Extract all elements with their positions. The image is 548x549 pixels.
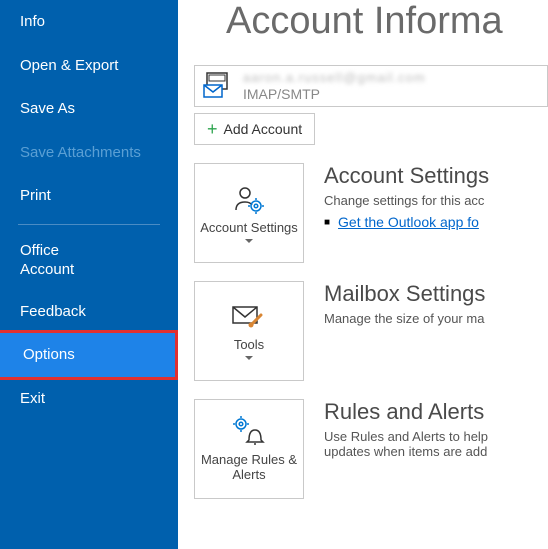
app-root: Info Open & Export Save As Save Attachme… — [0, 0, 548, 549]
section-account-settings: Account Settings Account Settings Change… — [194, 163, 548, 263]
sidebar-item-exit[interactable]: Exit — [0, 377, 178, 421]
person-gear-icon — [232, 184, 266, 214]
section-desc2: updates when items are add — [324, 444, 548, 459]
page-title: Account Informa — [226, 0, 548, 43]
account-email: aaron.a.russell@gmail.com — [243, 70, 426, 86]
sidebar-item-save-attachments: Save Attachments — [0, 131, 178, 175]
tile-label: Account Settings — [200, 220, 298, 236]
sidebar-divider — [18, 224, 160, 225]
tile-label: Manage Rules & Alerts — [199, 452, 299, 483]
account-text: aaron.a.russell@gmail.com IMAP/SMTP — [243, 70, 426, 102]
tile-tools[interactable]: Tools — [194, 281, 304, 381]
sidebar-item-save-as[interactable]: Save As — [0, 87, 178, 131]
sidebar-item-info[interactable]: Info — [0, 0, 178, 44]
bullet-icon: ■ — [324, 217, 330, 228]
tile-label: Tools — [234, 337, 264, 353]
add-account-button[interactable]: + Add Account — [194, 113, 315, 145]
section-title: Rules and Alerts — [324, 399, 548, 425]
section-title: Account Settings — [324, 163, 548, 189]
sidebar-item-print[interactable]: Print — [0, 174, 178, 218]
sidebar-item-office-account[interactable]: Office Account — [0, 231, 178, 290]
gear-bell-icon — [231, 416, 267, 446]
tile-account-settings[interactable]: Account Settings — [194, 163, 304, 263]
chevron-down-icon — [245, 356, 253, 360]
section-desc: Change settings for this acc — [324, 193, 548, 208]
section-desc: Use Rules and Alerts to help — [324, 429, 548, 444]
main-content: Account Informa aaron.a.russell@gmail.co… — [178, 0, 548, 549]
section-desc: Manage the size of your ma — [324, 311, 548, 326]
sidebar-item-feedback[interactable]: Feedback — [0, 290, 178, 334]
backstage-sidebar: Info Open & Export Save As Save Attachme… — [0, 0, 178, 549]
mail-account-icon — [203, 71, 235, 101]
section-mailbox-settings: Tools Mailbox Settings Manage the size o… — [194, 281, 548, 381]
tile-manage-rules[interactable]: Manage Rules & Alerts — [194, 399, 304, 499]
account-selector[interactable]: aaron.a.russell@gmail.com IMAP/SMTP — [194, 65, 548, 107]
section-title: Mailbox Settings — [324, 281, 548, 307]
account-type: IMAP/SMTP — [243, 86, 426, 103]
plus-icon: + — [207, 120, 218, 138]
chevron-down-icon — [245, 239, 253, 243]
sidebar-item-options[interactable]: Options — [0, 330, 178, 380]
sidebar-item-open-export[interactable]: Open & Export — [0, 44, 178, 88]
envelope-brush-icon — [231, 303, 267, 331]
outlook-app-link[interactable]: Get the Outlook app fo — [338, 214, 479, 230]
section-rules-alerts: Manage Rules & Alerts Rules and Alerts U… — [194, 399, 548, 499]
add-account-label: Add Account — [224, 121, 303, 137]
